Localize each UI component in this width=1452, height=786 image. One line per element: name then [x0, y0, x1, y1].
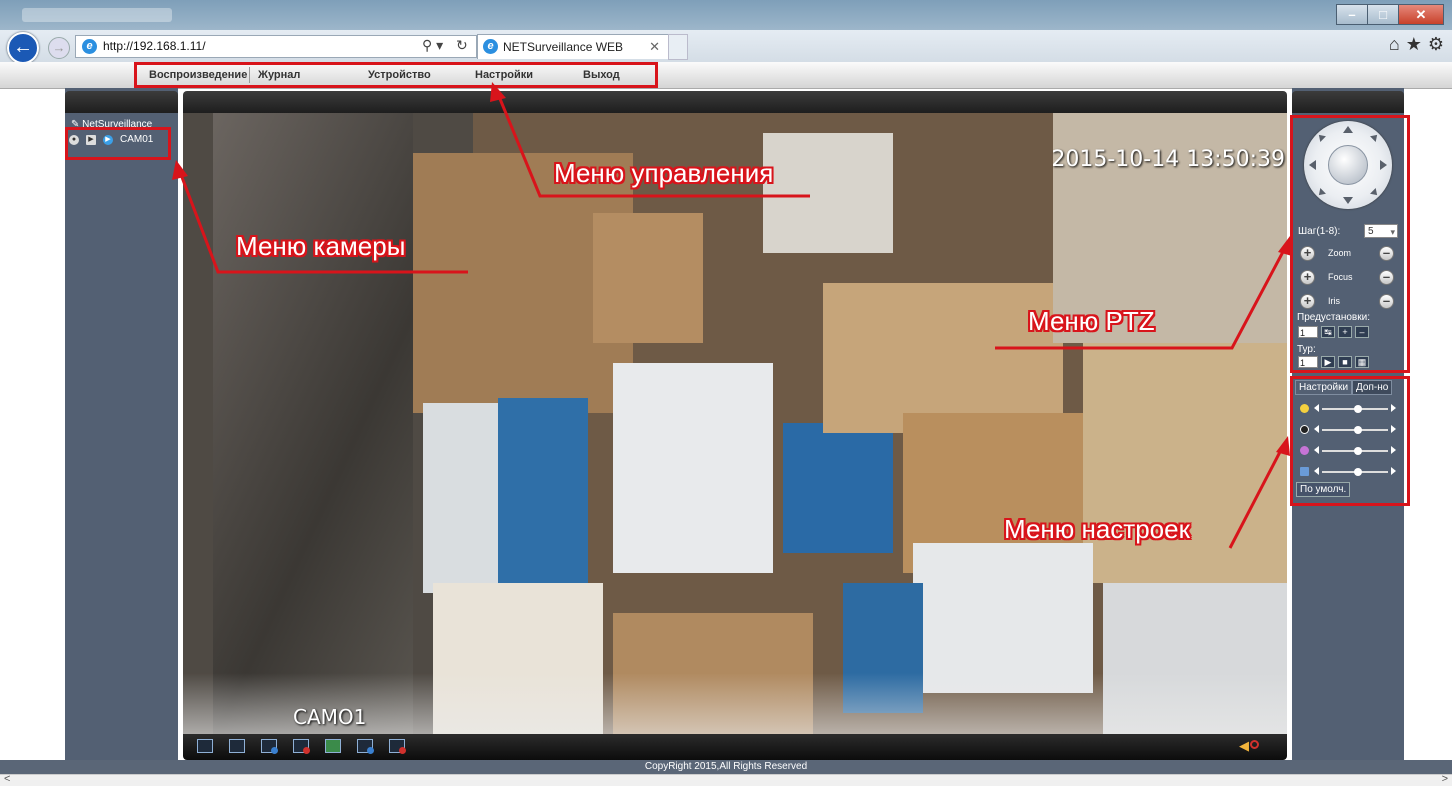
- settings-menu-callout: Меню настроек: [1004, 514, 1190, 544]
- control-menu-arrowhead: [490, 82, 506, 102]
- ptz-menu-callout: Меню PTZ: [1028, 306, 1155, 336]
- camera-menu-callout: Меню камеры: [236, 231, 406, 261]
- annotation-arrows: [172, 82, 1292, 549]
- control-menu-callout: Меню управления: [554, 158, 774, 188]
- settings-menu-arrow: [1228, 447, 1284, 549]
- camera-menu-arrowhead: [172, 160, 188, 180]
- ptz-menu-arrowhead: [1278, 236, 1292, 256]
